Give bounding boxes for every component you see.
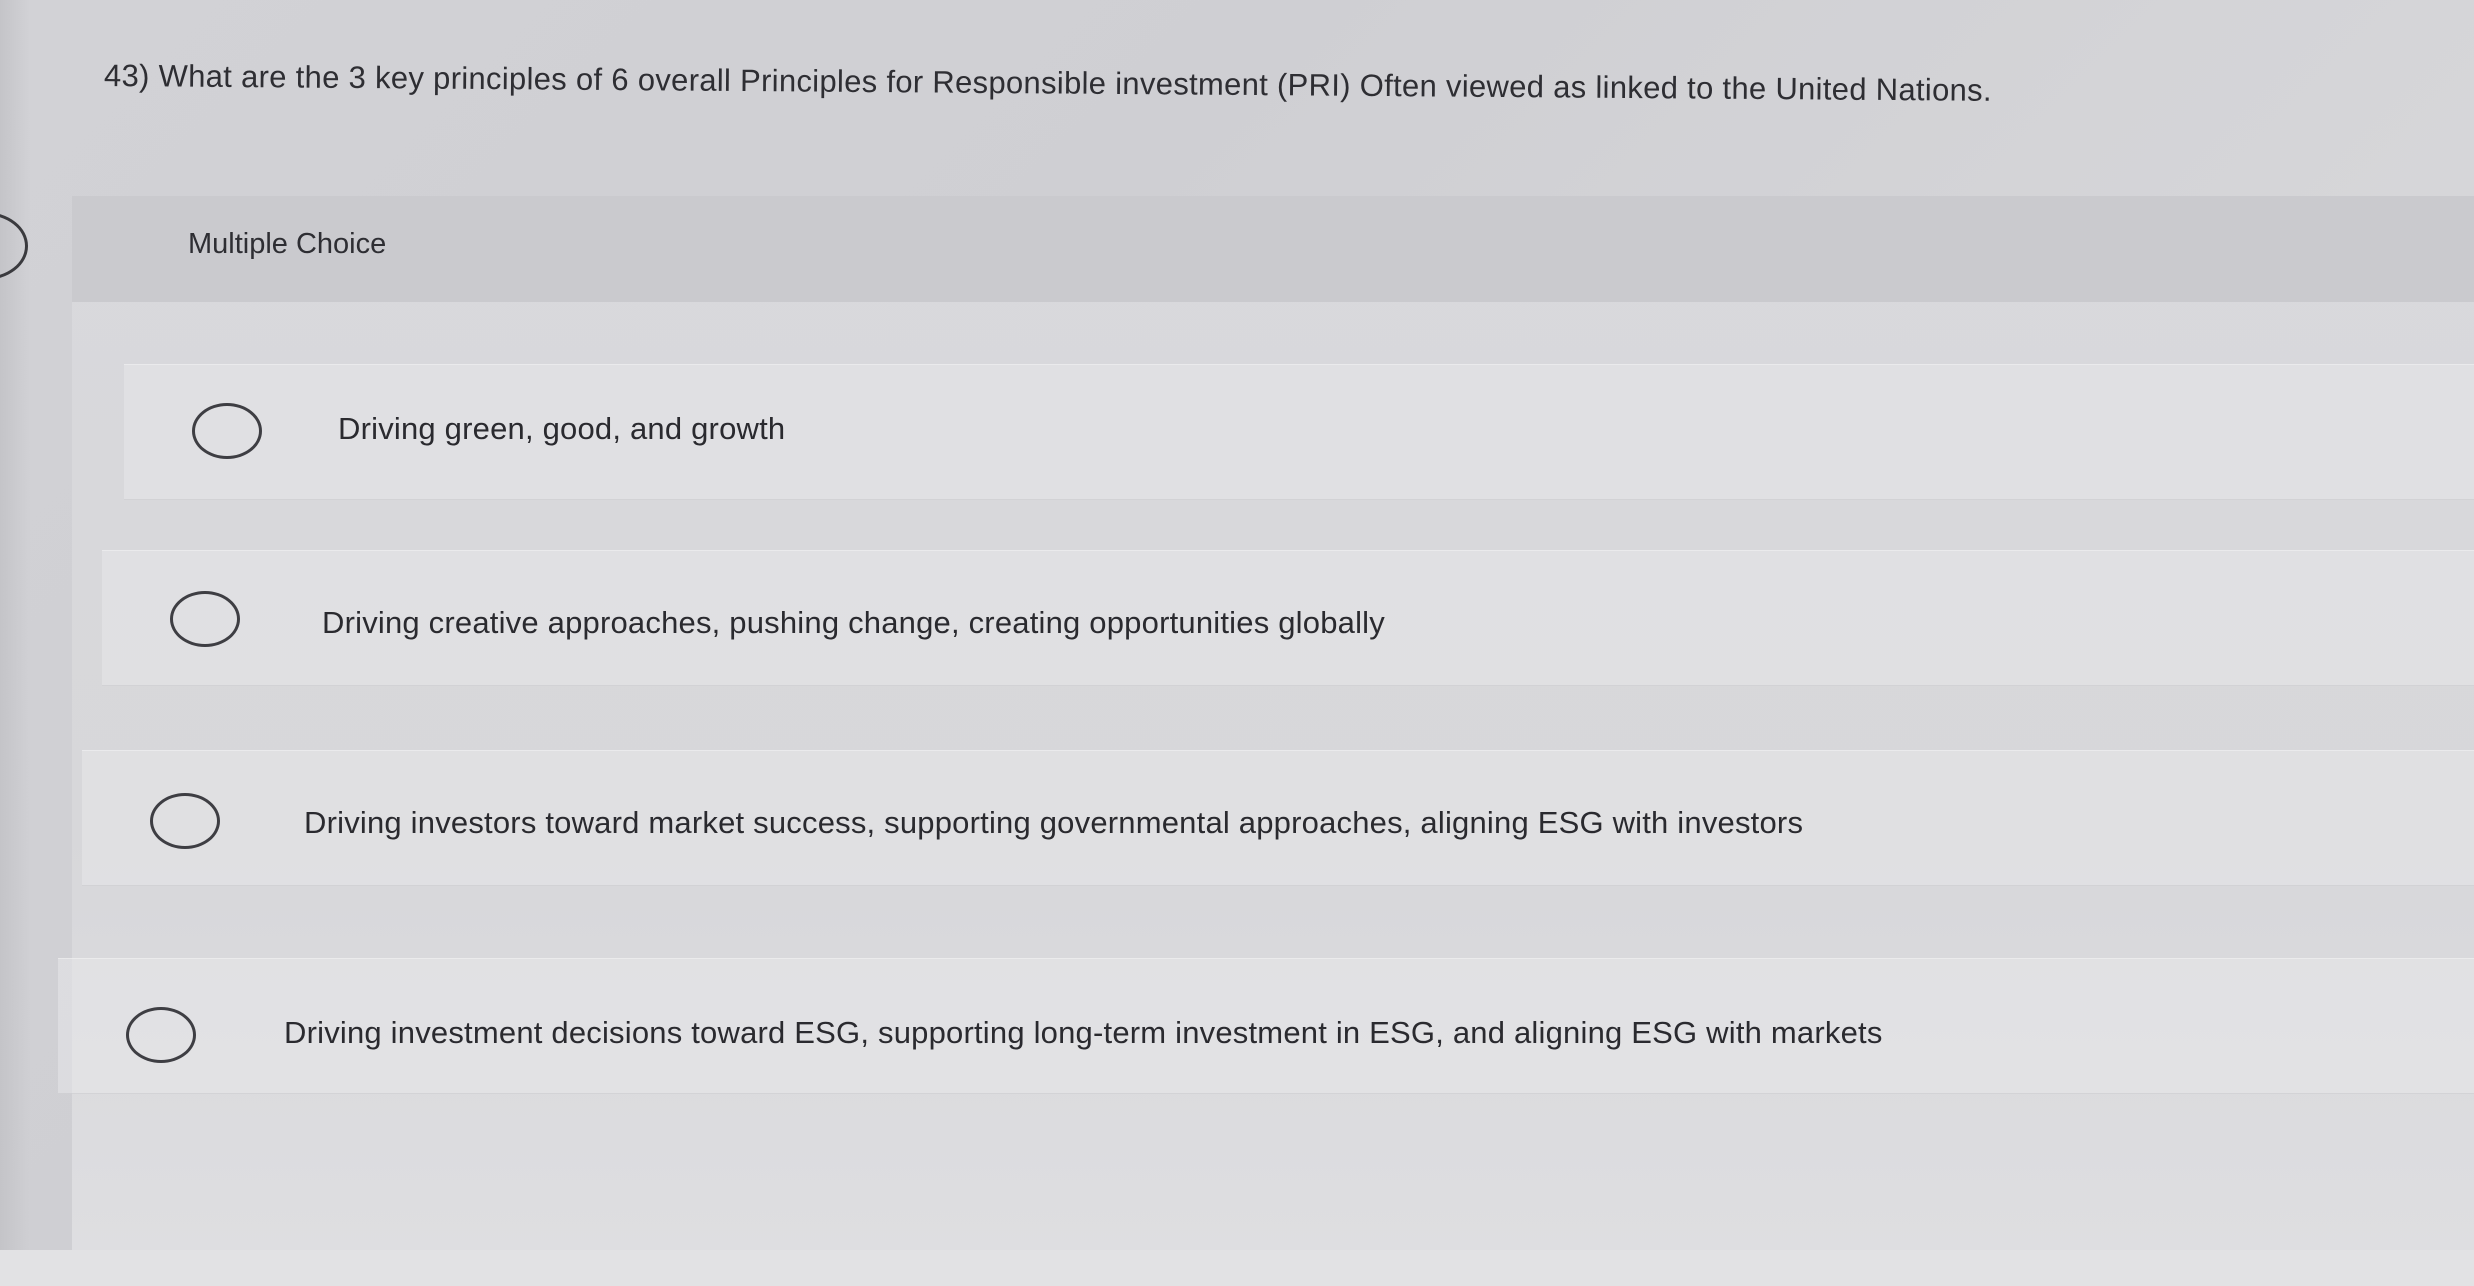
- answer-option-3[interactable]: Driving investors toward market success,…: [82, 750, 2474, 886]
- answer-option-4[interactable]: Driving investment decisions toward ESG,…: [58, 958, 2474, 1094]
- left-edge-shadow: [0, 0, 30, 1286]
- bottom-strip: [0, 1250, 2474, 1286]
- multiple-choice-header: Multiple Choice: [72, 196, 2474, 302]
- radio-button-3[interactable]: [150, 793, 220, 849]
- radio-button-1[interactable]: [192, 403, 262, 459]
- radio-button-2[interactable]: [170, 591, 240, 647]
- answer-option-2-label: Driving creative approaches, pushing cha…: [322, 605, 1385, 640]
- answer-option-2[interactable]: Driving creative approaches, pushing cha…: [102, 550, 2474, 686]
- answer-option-4-label: Driving investment decisions toward ESG,…: [284, 1015, 1883, 1050]
- radio-button-4[interactable]: [126, 1007, 196, 1063]
- answer-option-1-label: Driving green, good, and growth: [338, 411, 786, 446]
- multiple-choice-panel: Multiple Choice: [72, 196, 2474, 1256]
- question-text: 43) What are the 3 key principles of 6 o…: [103, 58, 1992, 108]
- answer-option-1[interactable]: Driving green, good, and growth: [124, 364, 2474, 500]
- multiple-choice-label: Multiple Choice: [188, 228, 387, 260]
- answer-option-3-label: Driving investors toward market success,…: [304, 805, 1804, 840]
